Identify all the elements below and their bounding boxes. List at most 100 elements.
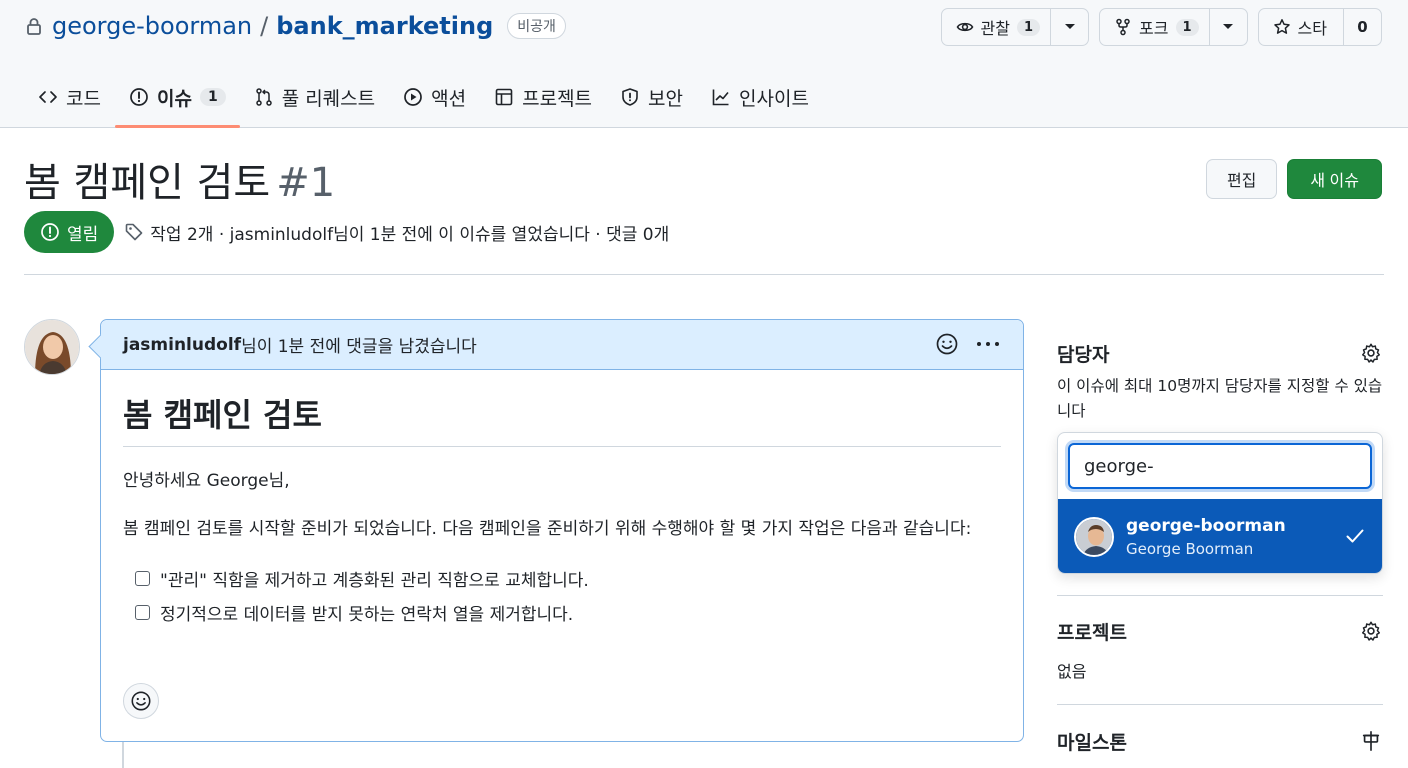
divider bbox=[1057, 704, 1383, 705]
assignee-login: george-boorman bbox=[1126, 516, 1286, 536]
comment-author-link[interactable]: jasminludolf bbox=[123, 335, 241, 355]
issue-open-icon bbox=[41, 223, 59, 241]
repo-breadcrumb: george-boorman / bank_marketing 비공개 bbox=[24, 8, 566, 44]
assignee-avatar-image bbox=[1076, 519, 1112, 555]
kebab-horizontal-icon[interactable] bbox=[975, 332, 1001, 356]
tab-label: 보안 bbox=[648, 87, 683, 110]
check-icon bbox=[1346, 529, 1364, 543]
tab-label: 액션 bbox=[431, 87, 467, 110]
list-item: 정기적으로 데이터를 받지 못하는 연락처 열을 제거합니다. bbox=[135, 595, 1001, 629]
comment-header-text: 님이 1분 전에 댓글을 남겼습니다 bbox=[241, 337, 477, 357]
projects-value: 없음 bbox=[1057, 662, 1087, 681]
comment-paragraph: 봄 캠페인 검토를 시작할 준비가 되었습니다. 다음 캠페인을 준비하기 위해… bbox=[123, 519, 972, 539]
page-title: 봄 캠페인 검토 #1 bbox=[24, 150, 335, 208]
milestone-icon[interactable] bbox=[1360, 730, 1382, 752]
star-button-group: 스타 0 bbox=[1257, 8, 1382, 46]
task-checkbox[interactable] bbox=[135, 604, 150, 620]
issue-icon bbox=[130, 88, 148, 106]
gear-icon[interactable] bbox=[1360, 620, 1382, 642]
task-checkbox[interactable] bbox=[135, 570, 150, 586]
comment-greeting: 안녕하세요 George님, bbox=[123, 471, 290, 491]
milestone-title: 마일스톤 bbox=[1057, 732, 1127, 754]
status-badge: 열림 bbox=[24, 211, 115, 253]
assignee-picker: george-boorman George Boorman bbox=[1057, 432, 1383, 574]
comment-heading: 봄 캠페인 검토 bbox=[123, 390, 1001, 447]
issue-title-text: 봄 캠페인 검토 bbox=[24, 160, 271, 206]
comment-card: jasminludolf 님이 1분 전에 댓글을 남겼습니다 봄 캠페인 검토 … bbox=[100, 319, 1024, 742]
lock-icon bbox=[27, 18, 41, 35]
watch-button-group: 관찰 1 bbox=[940, 8, 1090, 46]
repo-separator: / bbox=[260, 12, 269, 40]
assignee-option-text: george-boorman George Boorman bbox=[1126, 516, 1286, 558]
tag-icon bbox=[125, 223, 143, 241]
avatar bbox=[1074, 517, 1114, 557]
author-avatar-image bbox=[25, 320, 79, 374]
fork-count: 1 bbox=[1175, 18, 1199, 36]
assignees-help-text: 이 이슈에 최대 10명까지 담당자를 지정할 수 있습니다 bbox=[1057, 377, 1383, 420]
repo-header: george-boorman / bank_marketing 비공개 관찰 1 bbox=[0, 0, 1408, 128]
assignees-title: 담당자 bbox=[1057, 344, 1110, 366]
assignee-search-input[interactable] bbox=[1068, 443, 1372, 489]
comment-header-actions bbox=[935, 332, 1001, 356]
tab-insights[interactable]: 인사이트 bbox=[697, 76, 823, 118]
star-icon bbox=[1273, 19, 1290, 34]
list-item: "관리" 직함을 제거하고 계층화된 관리 직함으로 교체합니다. bbox=[135, 561, 1001, 595]
new-issue-button[interactable]: 새 이슈 bbox=[1287, 159, 1382, 199]
tab-label: 풀 리퀘스트 bbox=[281, 87, 376, 110]
tab-count: 1 bbox=[199, 88, 226, 106]
eye-icon bbox=[956, 22, 973, 32]
task-list: "관리" 직함을 제거하고 계층화된 관리 직함으로 교체합니다. 정기적으로 … bbox=[123, 561, 1001, 629]
star-label: 스타 bbox=[1297, 19, 1327, 38]
task-label: "관리" 직함을 제거하고 계층화된 관리 직함으로 교체합니다. bbox=[160, 570, 589, 591]
tab-security[interactable]: 보안 bbox=[606, 76, 697, 118]
fork-label: 포크 bbox=[1139, 19, 1169, 38]
tab-code[interactable]: 코드 bbox=[24, 76, 115, 118]
issue-meta: 열림 작업 2개 · jasminludolf님이 1분 전에 이 이슈를 열었… bbox=[24, 211, 669, 253]
repo-tabs: 코드 이슈 1 풀 리퀘스트 액션 프로젝트 보안 인사이트 bbox=[24, 76, 823, 128]
repo-actions: 관찰 1 포크 1 스타 0 bbox=[940, 8, 1382, 46]
tab-pull-requests[interactable]: 풀 리퀘스트 bbox=[240, 76, 389, 118]
title-actions: 편집 새 이슈 bbox=[1205, 159, 1382, 199]
fork-icon bbox=[1116, 18, 1130, 36]
smiley-icon[interactable] bbox=[935, 332, 959, 356]
smiley-icon bbox=[131, 691, 151, 711]
timeline-line bbox=[122, 742, 124, 768]
issue-meta-label: 작업 2개 · jasminludolf님이 1분 전에 이 이슈를 열었습니다… bbox=[150, 224, 670, 245]
assignee-option-george-boorman[interactable]: george-boorman George Boorman bbox=[1058, 499, 1382, 573]
tab-projects[interactable]: 프로젝트 bbox=[480, 76, 606, 118]
assignee-full-name: George Boorman bbox=[1126, 540, 1254, 558]
fork-button[interactable]: 포크 1 bbox=[1100, 9, 1209, 45]
add-reaction-button[interactable] bbox=[123, 683, 159, 719]
divider bbox=[1057, 595, 1383, 596]
star-count[interactable]: 0 bbox=[1343, 9, 1381, 45]
issue-meta-text: 작업 2개 · jasminludolf님이 1분 전에 이 이슈를 열었습니다… bbox=[124, 220, 669, 245]
visibility-badge: 비공개 bbox=[507, 13, 566, 39]
avatar[interactable] bbox=[24, 319, 80, 375]
issue-number: #1 bbox=[276, 160, 336, 206]
caret-down-icon bbox=[1223, 24, 1234, 29]
status-label: 열림 bbox=[67, 224, 99, 245]
edit-button[interactable]: 편집 bbox=[1205, 159, 1278, 199]
tab-label: 인사이트 bbox=[739, 87, 809, 110]
watch-dropdown-button[interactable] bbox=[1050, 9, 1088, 45]
fork-dropdown-button[interactable] bbox=[1208, 9, 1247, 45]
play-icon bbox=[404, 88, 422, 106]
tab-actions[interactable]: 액션 bbox=[389, 76, 480, 118]
tab-label: 프로젝트 bbox=[522, 87, 593, 110]
divider bbox=[24, 274, 1384, 275]
tab-label: 코드 bbox=[66, 87, 101, 110]
shield-icon bbox=[622, 88, 638, 106]
repo-owner-link[interactable]: george-boorman bbox=[52, 12, 252, 40]
code-icon bbox=[39, 91, 57, 103]
watch-label: 관찰 bbox=[980, 19, 1010, 38]
star-button[interactable]: 스타 bbox=[1259, 9, 1343, 45]
repo-name-link[interactable]: bank_marketing bbox=[276, 12, 493, 40]
caret-down-icon bbox=[1064, 24, 1075, 29]
graph-icon bbox=[712, 89, 729, 106]
watch-button[interactable]: 관찰 1 bbox=[942, 9, 1051, 45]
gear-icon[interactable] bbox=[1360, 342, 1382, 364]
watch-count: 1 bbox=[1017, 18, 1041, 36]
pull-request-icon bbox=[255, 88, 272, 106]
projects-title: 프로젝트 bbox=[1057, 622, 1127, 644]
tab-issues[interactable]: 이슈 1 bbox=[114, 76, 240, 128]
